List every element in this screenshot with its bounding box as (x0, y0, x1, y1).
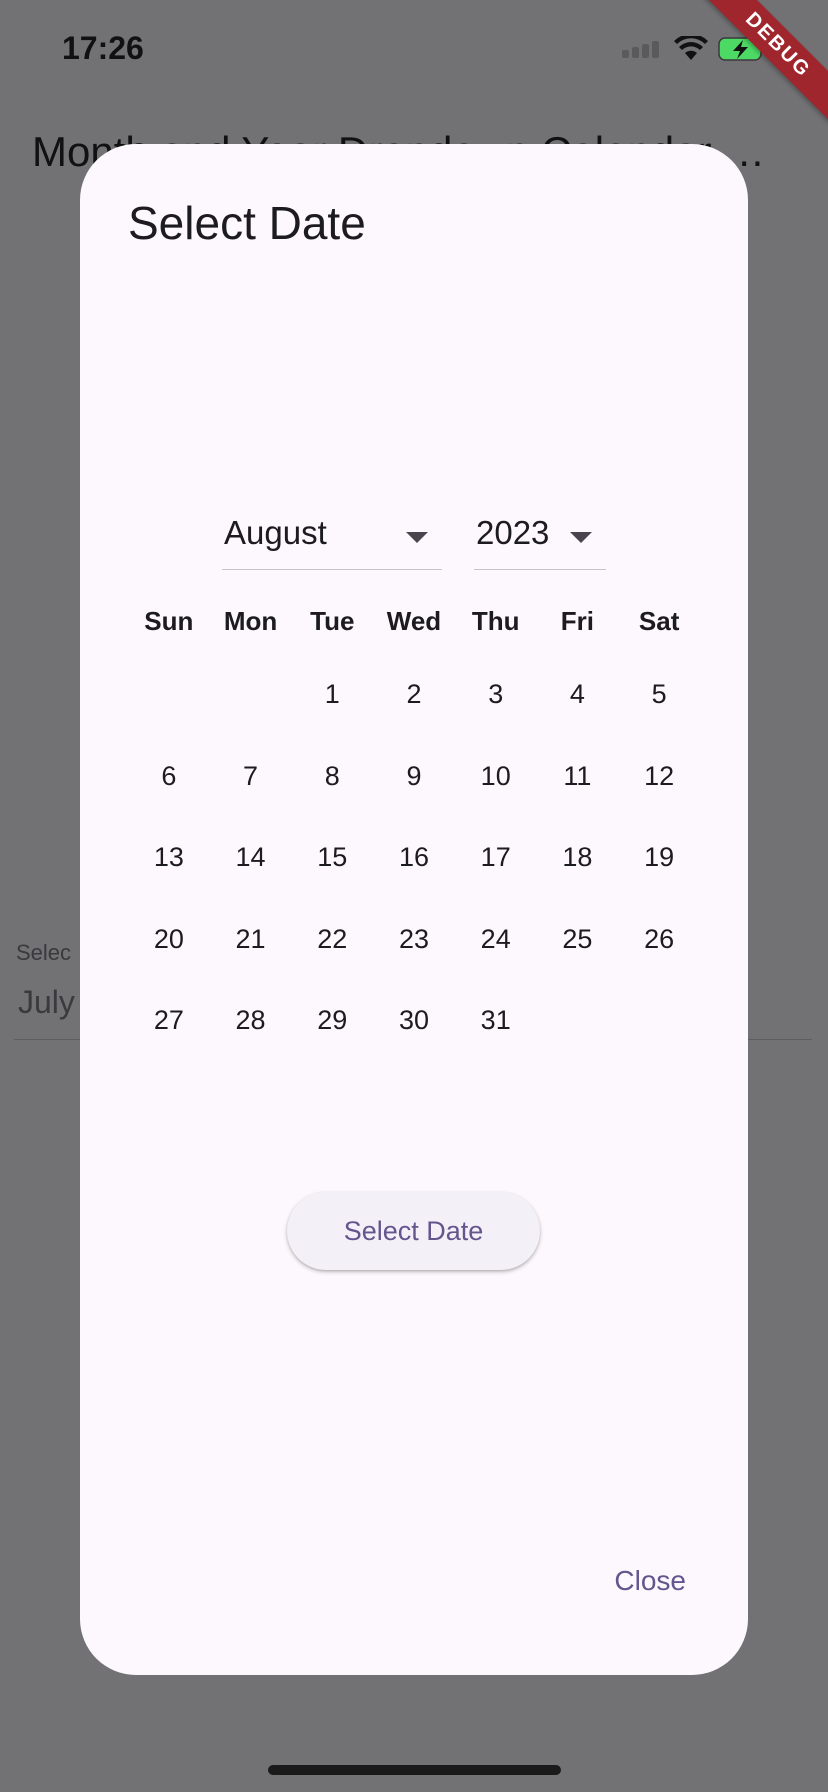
day-cell[interactable]: 31 (455, 990, 537, 1072)
day-cell[interactable]: 6 (128, 746, 210, 828)
status-time: 17:26 (62, 30, 144, 66)
day-cell[interactable]: 28 (210, 990, 292, 1072)
day-cell[interactable]: 8 (291, 746, 373, 828)
day-cell[interactable]: 11 (537, 746, 619, 828)
day-cell[interactable]: 3 (455, 664, 537, 746)
day-cell[interactable]: 5 (618, 664, 700, 746)
field-label: Selec (16, 940, 72, 965)
day-cell-empty (128, 664, 210, 746)
day-cell[interactable]: 9 (373, 746, 455, 828)
year-dropdown-value: 2023 (476, 514, 550, 551)
day-cell[interactable]: 16 (373, 827, 455, 909)
day-cell[interactable]: 20 (128, 909, 210, 991)
day-cell[interactable]: 17 (455, 827, 537, 909)
wifi-icon (674, 36, 708, 60)
day-cell[interactable]: 2 (373, 664, 455, 746)
day-cell-empty (618, 990, 700, 1072)
day-cell[interactable]: 18 (537, 827, 619, 909)
month-dropdown-value: August (224, 514, 327, 551)
month-dropdown[interactable]: August (222, 512, 442, 570)
weekday-sun: Sun (144, 606, 194, 636)
day-cell[interactable]: 13 (128, 827, 210, 909)
weekday-mon: Mon (223, 606, 278, 636)
weekday-tue: Tue (310, 606, 355, 636)
weekday-sat: Sat (638, 606, 680, 636)
dialog-title: Select Date (128, 197, 366, 249)
day-cell[interactable]: 19 (618, 827, 700, 909)
weekday-wed: Wed (386, 606, 442, 636)
field-value: July (18, 984, 75, 1020)
caret-down-icon (570, 532, 592, 543)
day-cell[interactable]: 14 (210, 827, 292, 909)
day-cell[interactable]: 23 (373, 909, 455, 991)
day-cell[interactable]: 30 (373, 990, 455, 1072)
caret-down-icon (406, 532, 428, 543)
day-cell[interactable]: 27 (128, 990, 210, 1072)
weekday-thu: Thu (471, 606, 520, 636)
day-cell[interactable]: 22 (291, 909, 373, 991)
close-button[interactable]: Close (608, 1556, 692, 1606)
weekday-header: Sun Mon Tue Wed Thu Fri Sat (128, 606, 700, 646)
day-cell[interactable]: 15 (291, 827, 373, 909)
day-cell-empty (210, 664, 292, 746)
signal-icon (622, 41, 659, 58)
home-indicator (268, 1765, 561, 1775)
day-cell[interactable]: 29 (291, 990, 373, 1072)
day-cell[interactable]: 24 (455, 909, 537, 991)
day-cell[interactable]: 25 (537, 909, 619, 991)
day-cell[interactable]: 26 (618, 909, 700, 991)
status-icons (622, 36, 768, 62)
day-cell-empty (537, 990, 619, 1072)
day-cell[interactable]: 21 (210, 909, 292, 991)
calendar-days-grid: 1 2 3 4 5 6 7 8 9 10 11 12 13 14 15 16 17 18 19 20 21 22 23 24 2… (128, 664, 700, 1072)
date-picker-dialog: Select Date August 2023 Sun Mon Tue Wed … (80, 144, 748, 1675)
day-cell[interactable]: 1 (291, 664, 373, 746)
status-bar: 17:26 (0, 0, 828, 100)
day-cell[interactable]: 12 (618, 746, 700, 828)
day-cell[interactable]: 4 (537, 664, 619, 746)
day-cell[interactable]: 10 (455, 746, 537, 828)
select-date-button[interactable]: Select Date (287, 1192, 540, 1270)
year-dropdown[interactable]: 2023 (474, 512, 606, 570)
weekday-fri: Fri (560, 606, 595, 636)
day-cell[interactable]: 7 (210, 746, 292, 828)
